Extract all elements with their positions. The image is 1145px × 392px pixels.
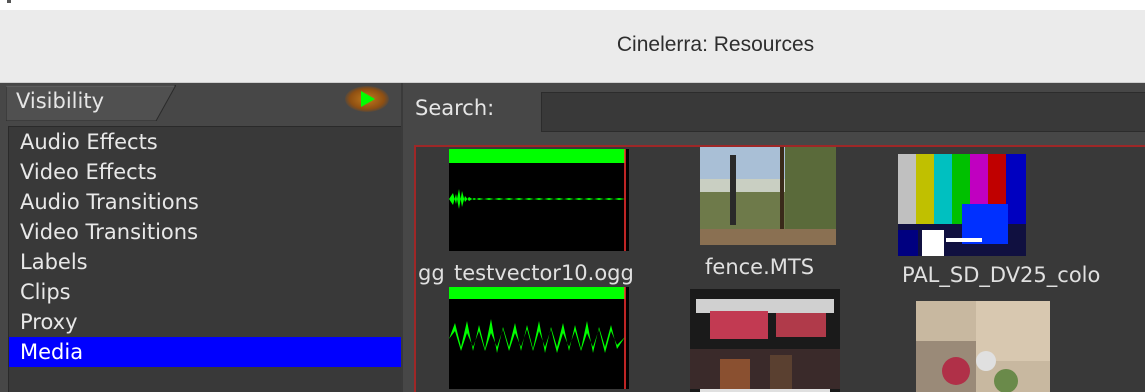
folder-item-video-transitions[interactable]: Video Transitions — [9, 217, 401, 247]
media-item-label[interactable]: testvector10.ogg — [454, 261, 634, 285]
stage-video-thumbnail[interactable] — [690, 289, 840, 392]
folder-item-labels[interactable]: Labels — [9, 247, 401, 277]
media-grid[interactable]: gg testvector10.ogg fence.MTS PAL_SD_DV2… — [414, 145, 1145, 392]
audio-waveform-thumbnail[interactable] — [449, 149, 629, 251]
media-item-label[interactable]: gg — [418, 261, 445, 285]
folder-item-proxy[interactable]: Proxy — [9, 307, 401, 337]
flowers-video-thumbnail[interactable] — [916, 301, 1050, 392]
folder-item-media[interactable]: Media — [9, 337, 401, 367]
resources-window: Cinelerra: Resources Visibility Audio Ef… — [0, 0, 1145, 392]
corner-mark — [7, 0, 11, 3]
folder-item-audio-effects[interactable]: Audio Effects — [9, 127, 401, 157]
visibility-tab[interactable]: Visibility — [6, 85, 176, 121]
color-bars-thumbnail[interactable] — [898, 154, 1026, 256]
search-input[interactable] — [541, 92, 1145, 132]
play-icon — [361, 91, 375, 107]
folder-item-video-effects[interactable]: Video Effects — [9, 157, 401, 187]
top-strip — [0, 0, 1145, 10]
window-title: Cinelerra: Resources — [616, 33, 815, 56]
panel-divider[interactable] — [401, 83, 403, 392]
media-item-label[interactable]: fence.MTS — [705, 255, 814, 279]
visibility-label: Visibility — [16, 89, 105, 113]
title-bar[interactable]: Cinelerra: Resources — [0, 10, 1145, 83]
folder-item-clips[interactable]: Clips — [9, 277, 401, 307]
search-label: Search: — [415, 96, 495, 120]
folder-list[interactable]: Audio Effects Video Effects Audio Transi… — [8, 126, 401, 392]
media-item-label[interactable]: PAL_SD_DV25_colo — [902, 263, 1100, 287]
fence-video-thumbnail[interactable] — [700, 147, 836, 245]
audio-waveform-thumbnail[interactable] — [449, 287, 629, 389]
folder-item-audio-transitions[interactable]: Audio Transitions — [9, 187, 401, 217]
